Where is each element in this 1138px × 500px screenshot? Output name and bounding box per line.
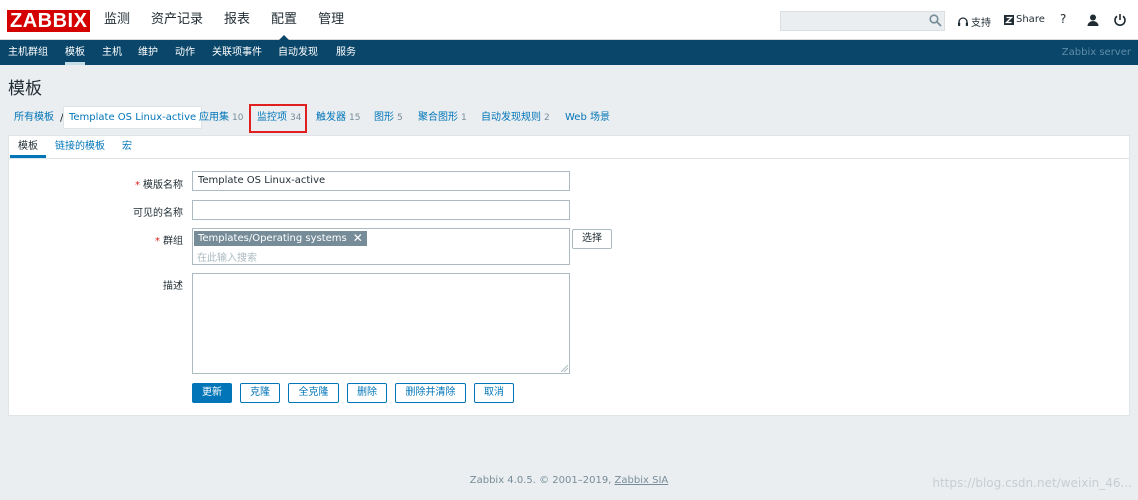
description-textarea[interactable]: [192, 273, 570, 374]
user-profile-icon[interactable]: [1086, 13, 1100, 27]
visible-name-input[interactable]: [192, 200, 570, 220]
zabbix-logo[interactable]: ZABBIX: [7, 10, 91, 32]
top-bar: ZABBIX 监测 资产记录 报表 配置 管理 支持 Share ?: [0, 0, 1138, 41]
share-link[interactable]: Share: [1004, 14, 1045, 25]
tab-screens[interactable]: 聚合图形 1: [418, 106, 467, 129]
clone-button[interactable]: 克隆: [240, 383, 280, 403]
full-clone-button[interactable]: 全克隆: [288, 383, 339, 403]
submenu-maintenance[interactable]: 维护: [138, 40, 158, 65]
groups-search-placeholder[interactable]: 在此输入搜索: [197, 249, 257, 264]
submenu-actions[interactable]: 动作: [175, 40, 195, 65]
share-label: Share: [1016, 14, 1045, 25]
menu-monitoring[interactable]: 监测: [104, 0, 130, 40]
support-label: 支持: [971, 18, 991, 29]
template-name-input[interactable]: Template OS Linux-active: [192, 171, 570, 191]
description-label: 描述: [163, 281, 183, 292]
share-icon: [1004, 14, 1014, 25]
footer-link[interactable]: Zabbix SIA: [615, 475, 669, 486]
headset-icon: [958, 16, 968, 26]
main-menu: 监测 资产记录 报表 配置 管理: [104, 0, 365, 41]
delete-and-clear-button[interactable]: 删除并清除: [395, 383, 466, 403]
menu-reports[interactable]: 报表: [224, 0, 250, 40]
footer-copyright: Zabbix 4.0.5. © 2001–2019,: [469, 475, 612, 486]
submenu-hosts[interactable]: 主机: [102, 40, 122, 65]
form-tab-macros[interactable]: 宏: [122, 136, 132, 157]
logout-icon[interactable]: [1113, 13, 1127, 27]
submenu-services[interactable]: 服务: [336, 40, 356, 65]
cancel-button[interactable]: 取消: [474, 383, 514, 403]
help-icon[interactable]: ?: [1060, 12, 1066, 26]
watermark: https://blog.csdn.net/weixin_46...: [932, 476, 1132, 490]
search-input[interactable]: [780, 11, 945, 31]
form-tab-linked-templates[interactable]: 链接的模板: [55, 136, 105, 157]
tab-web-scenarios[interactable]: Web 场景: [565, 106, 610, 129]
form-tabs: 模板 链接的模板 宏: [9, 136, 1129, 159]
template-name-label: * 模版名称: [135, 180, 183, 191]
submenu-host-groups[interactable]: 主机群组: [8, 40, 48, 65]
menu-configuration[interactable]: 配置: [271, 0, 297, 41]
search-icon[interactable]: [929, 14, 942, 27]
server-name: Zabbix server: [1061, 47, 1131, 58]
support-link[interactable]: 支持: [957, 14, 991, 29]
group-tag-label: Templates/Operating systems: [198, 233, 347, 244]
sub-menu: 主机群组 模板 主机 维护 动作 关联项事件 自动发现 服务 Zabbix se…: [0, 40, 1138, 65]
update-button[interactable]: 更新: [192, 383, 232, 403]
breadcrumb-current-template[interactable]: Template OS Linux-active: [63, 106, 203, 129]
delete-button[interactable]: 删除: [347, 383, 387, 403]
visible-name-label: 可见的名称: [133, 208, 183, 219]
tab-triggers[interactable]: 触发器 15: [316, 106, 360, 129]
menu-administration[interactable]: 管理: [318, 0, 344, 40]
breadcrumb-all-templates[interactable]: 所有模板: [14, 106, 54, 129]
tab-graphs[interactable]: 图形 5: [374, 106, 403, 129]
tab-discovery-rules[interactable]: 自动发现规则 2: [481, 106, 550, 129]
select-groups-button[interactable]: 选择: [572, 229, 612, 249]
tab-applications[interactable]: 应用集 10: [199, 106, 243, 129]
highlight-box: [249, 104, 307, 133]
groups-label: * 群组: [155, 236, 183, 247]
submenu-discovery[interactable]: 自动发现: [278, 40, 318, 65]
submenu-event-correlation[interactable]: 关联项事件: [212, 40, 262, 65]
form-tab-template[interactable]: 模板: [10, 136, 46, 158]
group-tag: Templates/Operating systems ✕: [194, 231, 367, 246]
page-title: 模板: [8, 79, 42, 99]
remove-tag-icon[interactable]: ✕: [353, 231, 363, 246]
menu-inventory[interactable]: 资产记录: [151, 0, 203, 40]
resize-handle-icon[interactable]: [561, 365, 568, 372]
submenu-templates[interactable]: 模板: [65, 40, 85, 65]
